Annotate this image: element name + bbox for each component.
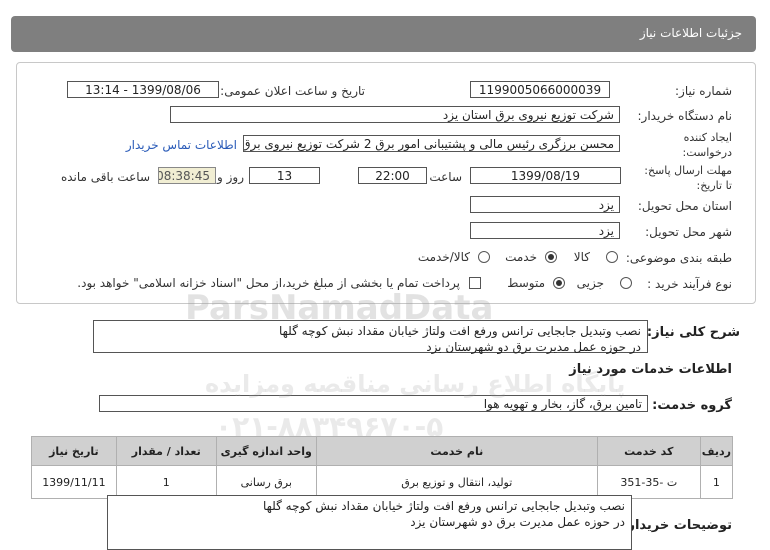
cell-need-date: 1399/11/11 (31, 465, 117, 499)
buyer-field: شرکت توزیع نیروی برق استان یزد (170, 106, 620, 123)
table-header-row: ردیف کد خدمت نام خدمت واحد اندازه گیری ت… (31, 436, 734, 466)
cell-row-number: 1 (699, 465, 734, 499)
page-header: جزئیات اطلاعات نیاز (11, 16, 756, 52)
buyer-notes-line-2: در حوزه عمل مدیرت برق دو شهرستان یزد (410, 515, 625, 529)
cell-service-name: تولید، انتقال و توزیع برق (315, 465, 598, 499)
category-label: طبقه بندی موضوعی: (625, 251, 732, 265)
deadline-time-field: 22:00 (358, 167, 427, 184)
creator-label-2: درخواست: (682, 146, 732, 159)
process-minor-label: جزیی (576, 276, 604, 290)
table-row: 1 ت -35-351 تولید، انتقال و توزیع برق بر… (31, 465, 734, 499)
deadline-time-label: ساعت (429, 170, 462, 184)
process-medium-radio[interactable] (553, 277, 565, 289)
watermark-line-1: پایگاه اطلاع رسانی مناقصه ومزایده (205, 370, 626, 398)
buyer-contact-link[interactable]: اطلاعات تماس خریدار (126, 138, 237, 152)
summary-line-2: در حوزه عمل مدیرت برق دو شهرستان یزد (426, 340, 641, 354)
category-service-radio[interactable] (545, 251, 557, 263)
buyer-notes-box: نصب وتبدیل جابجایی ترانس ورفع افت ولتاژ … (107, 495, 632, 550)
process-label: نوع فرآیند خرید : (647, 277, 732, 291)
page-title: جزئیات اطلاعات نیاز (639, 26, 742, 40)
buyer-notes-line-1: نصب وتبدیل جابجایی ترانس ورفع افت ولتاژ … (262, 499, 625, 513)
cell-service-code: ت -35-351 (596, 465, 701, 499)
summary-box: نصب وتبدیل جابجایی ترانس ورفع افت ولتاژ … (93, 320, 648, 354)
col-header-service-name: نام خدمت (315, 436, 598, 466)
category-goods-service-label: کالا/خدمت (417, 250, 470, 264)
process-medium-label: متوسط (507, 276, 545, 290)
creator-field: محسن برزگری رئیس مالی و پشتیبانی امور بر… (243, 135, 620, 152)
need-number-field: 1199005066000039 (470, 81, 610, 98)
cell-unit: برق رسانی (215, 465, 317, 499)
process-minor-radio[interactable] (620, 277, 632, 289)
category-goods-radio[interactable] (606, 251, 618, 263)
deadline-label-1: مهلت ارسال پاسخ: (644, 164, 732, 177)
service-group-label: گروه خدمت: (652, 398, 732, 413)
creator-label-1: ایجاد کننده (683, 131, 732, 144)
col-header-service-code: کد خدمت (596, 436, 701, 466)
time-remaining-label: ساعت باقی مانده (60, 170, 150, 184)
announce-label: تاریخ و ساعت اعلان عمومی: (220, 84, 365, 98)
col-header-row-number: ردیف (699, 436, 734, 466)
treasury-payment-note: پرداخت تمام یا بخشی از مبلغ خرید،از محل … (77, 276, 460, 290)
category-service-label: خدمت (505, 250, 537, 264)
col-header-unit: واحد اندازه گیری (215, 436, 317, 466)
buyer-label: نام دستگاه خریدار: (637, 109, 733, 123)
treasury-payment-checkbox[interactable] (469, 277, 481, 289)
category-goods-label: کالا (573, 250, 590, 264)
services-section-title: اطلاعات خدمات مورد نیاز (569, 362, 732, 377)
days-remaining-field: 13 (249, 167, 320, 184)
deadline-label-2: تا تاریخ: (696, 179, 732, 192)
city-label: شهر محل تحویل: (645, 225, 732, 239)
summary-line-1: نصب وتبدیل جابجایی ترانس ورفع افت ولتاژ … (278, 324, 641, 338)
buyer-notes-label: توضیحات خریدار: (622, 518, 732, 533)
days-label: روز و (217, 170, 244, 184)
cell-quantity: 1 (115, 465, 217, 499)
category-goods-service-radio[interactable] (478, 251, 490, 263)
city-field: یزد (470, 222, 620, 239)
time-remaining-field: 08:38:45 (158, 167, 216, 184)
summary-label: شرح کلی نیاز: (646, 325, 740, 340)
province-label: استان محل تحویل: (637, 199, 732, 213)
need-number-label: شماره نیاز: (675, 84, 732, 98)
services-table: ردیف کد خدمت نام خدمت واحد اندازه گیری ت… (31, 436, 734, 499)
service-group-field: تامین برق، گاز، بخار و تهویه هوا (99, 395, 648, 412)
deadline-date-field: 1399/08/19 (470, 167, 621, 184)
col-header-need-date: تاریخ نیاز (31, 436, 117, 466)
col-header-quantity: تعداد / مقدار (115, 436, 217, 466)
province-field: یزد (470, 196, 620, 213)
announce-date-field: 1399/08/06 - 13:14 (67, 81, 219, 98)
